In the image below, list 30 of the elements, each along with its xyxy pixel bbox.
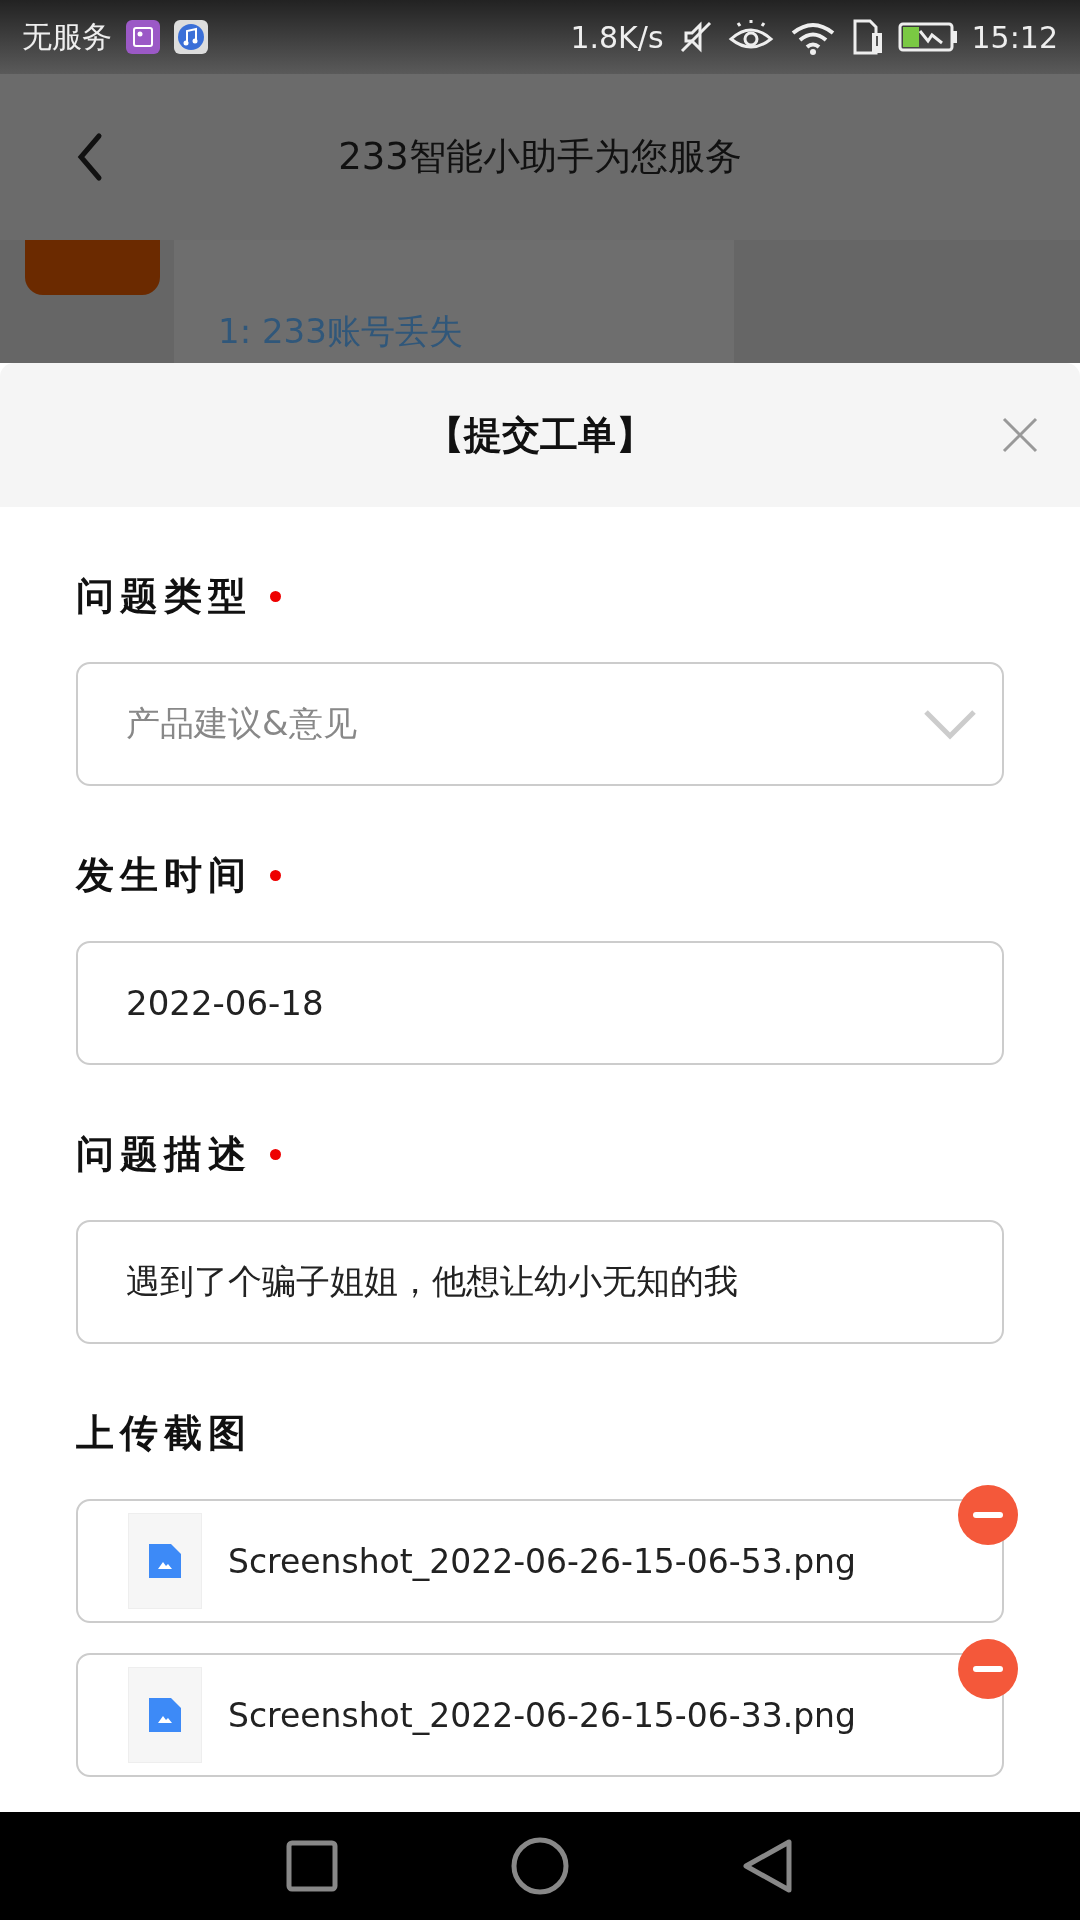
minus-icon	[958, 1485, 1018, 1545]
image-file-icon	[149, 1698, 181, 1732]
sheet-title: 【提交工单】	[426, 411, 654, 459]
close-icon	[1000, 415, 1040, 455]
sim-card-icon	[851, 19, 884, 55]
gallery-app-icon	[126, 20, 160, 54]
app-logo-icon	[25, 240, 160, 295]
chevron-down-icon	[922, 708, 978, 740]
file-name: Screenshot_2022-06-26-15-06-33.png	[228, 1695, 856, 1735]
music-app-icon	[174, 20, 208, 54]
network-speed-text: 1.8K/s	[570, 19, 664, 55]
header-title: 233智能小助手为您服务	[338, 134, 742, 180]
dropdown-field[interactable]: 产品建议&意见	[76, 662, 1004, 786]
input-field[interactable]: 2022-06-18	[76, 941, 1004, 1065]
battery-charging-icon	[897, 21, 958, 53]
field-label: 上传截图	[76, 1410, 252, 1457]
recents-icon	[286, 1840, 339, 1892]
back-icon	[741, 1838, 794, 1894]
carrier-text: 无服务	[22, 17, 112, 56]
file-name: Screenshot_2022-06-26-15-06-53.png	[228, 1541, 856, 1581]
minus-icon	[958, 1639, 1018, 1699]
remove-button[interactable]	[958, 1639, 1018, 1699]
remove-button[interactable]	[958, 1485, 1018, 1545]
field-label: 发生时间	[76, 852, 252, 899]
field-label: 问题描述	[76, 1131, 252, 1178]
field-label: 问题类型	[76, 573, 252, 620]
clock-text: 15:12	[971, 19, 1058, 55]
image-file-icon	[149, 1544, 181, 1578]
home-icon	[511, 1837, 569, 1895]
input-field[interactable]: 遇到了个骗子姐姐，他想让幼小无知的我	[76, 1220, 1004, 1344]
